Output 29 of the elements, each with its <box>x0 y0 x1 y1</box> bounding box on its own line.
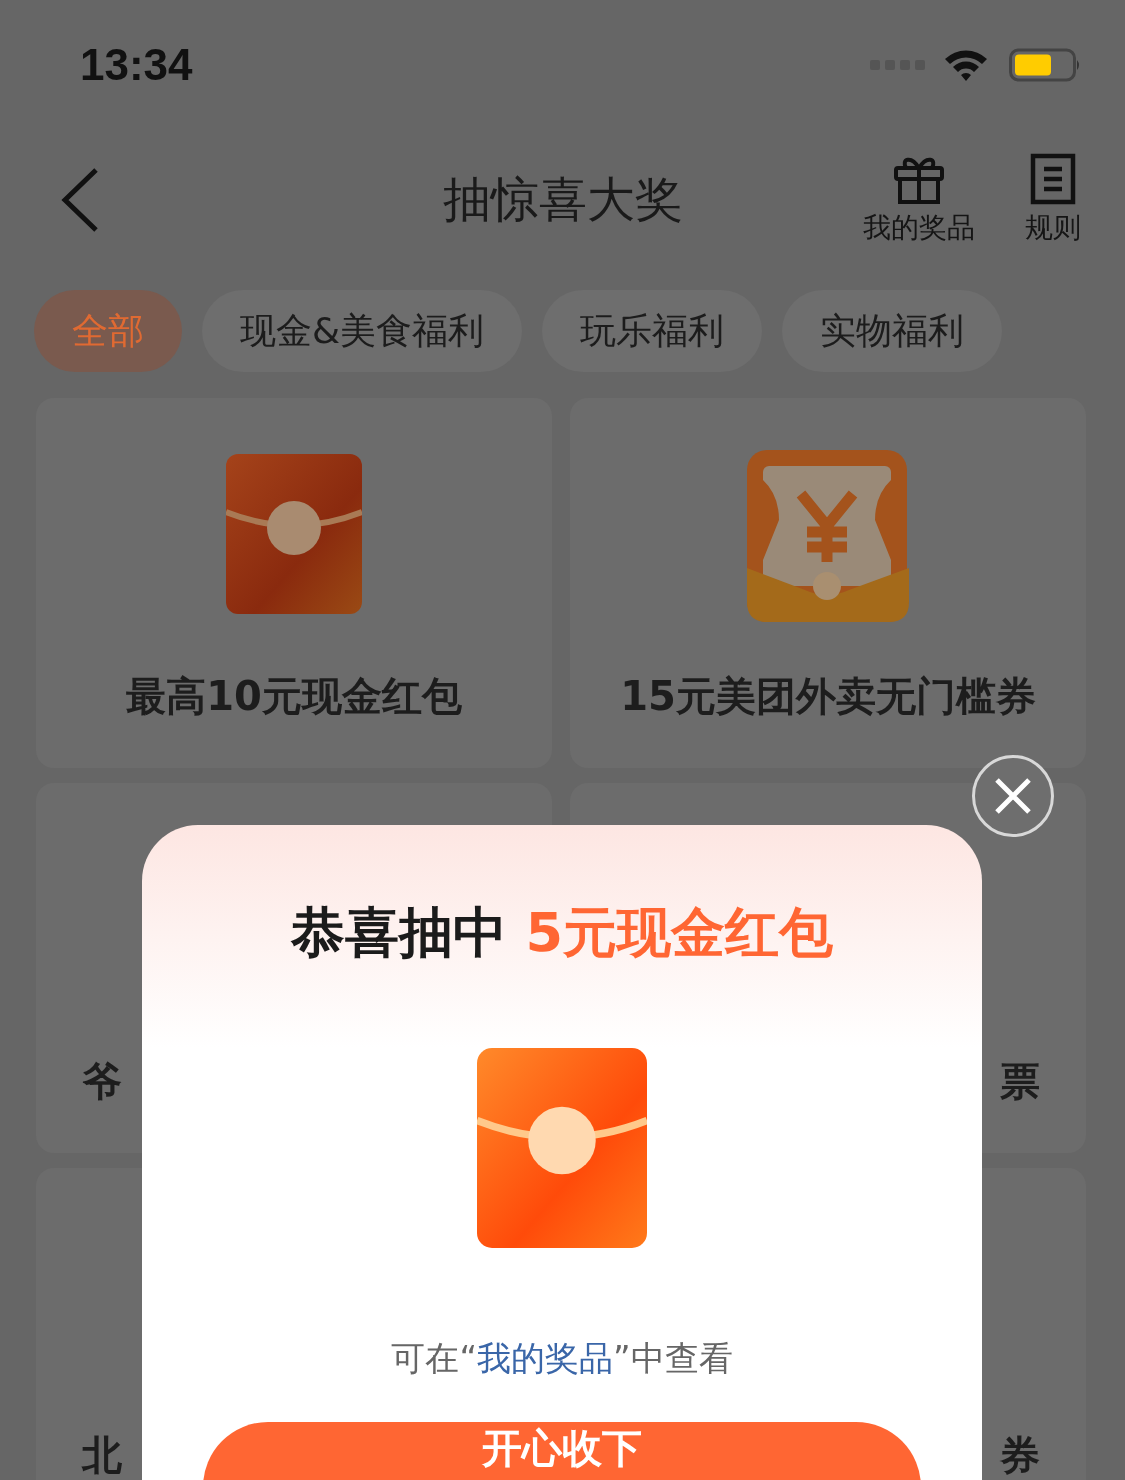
prize-title: 票 <box>1000 1057 1040 1106</box>
envelope-icon <box>226 454 362 614</box>
my-prizes-link[interactable]: 我的奖品 <box>477 1338 613 1378</box>
dialog-title: 恭喜抽中 <box>290 901 507 964</box>
category-tab[interactable]: 玩乐福利 <box>542 290 763 372</box>
battery-icon <box>1009 48 1081 82</box>
wifi-icon <box>943 48 989 82</box>
prize-title: 北 <box>82 1431 122 1480</box>
prize-name: 5元现金红包 <box>525 901 834 964</box>
page-title: 抽惊喜大奖 <box>442 170 683 229</box>
coupon-icon <box>745 450 911 624</box>
prize-title: 爷 <box>82 1057 122 1106</box>
envelope-icon <box>477 1048 647 1248</box>
rules-button[interactable]: 规则 <box>1025 153 1081 247</box>
category-tab[interactable]: 全部 <box>34 290 182 372</box>
my-prizes-button[interactable]: 我的奖品 <box>863 153 975 247</box>
category-tab[interactable]: 实物福利 <box>782 290 1003 372</box>
document-icon <box>1030 153 1076 205</box>
prize-title: 最高10元现金红包 <box>126 672 462 721</box>
prize-card[interactable]: 最高10元现金红包 <box>36 398 552 768</box>
close-icon <box>994 777 1032 815</box>
prize-card[interactable]: 15元美团外卖无门槛券 <box>570 398 1086 768</box>
hint-text: 可在“我的奖品”中查看 <box>391 1337 733 1380</box>
category-tab[interactable]: 现金&美食福利 <box>202 290 523 372</box>
clock-time: 13:34 <box>80 40 194 90</box>
accept-button[interactable]: 开心收下 <box>203 1422 921 1480</box>
back-icon[interactable] <box>60 167 100 233</box>
prize-title: 券 <box>1000 1431 1040 1480</box>
prize-title: 15元美团外卖无门槛券 <box>620 672 1036 721</box>
